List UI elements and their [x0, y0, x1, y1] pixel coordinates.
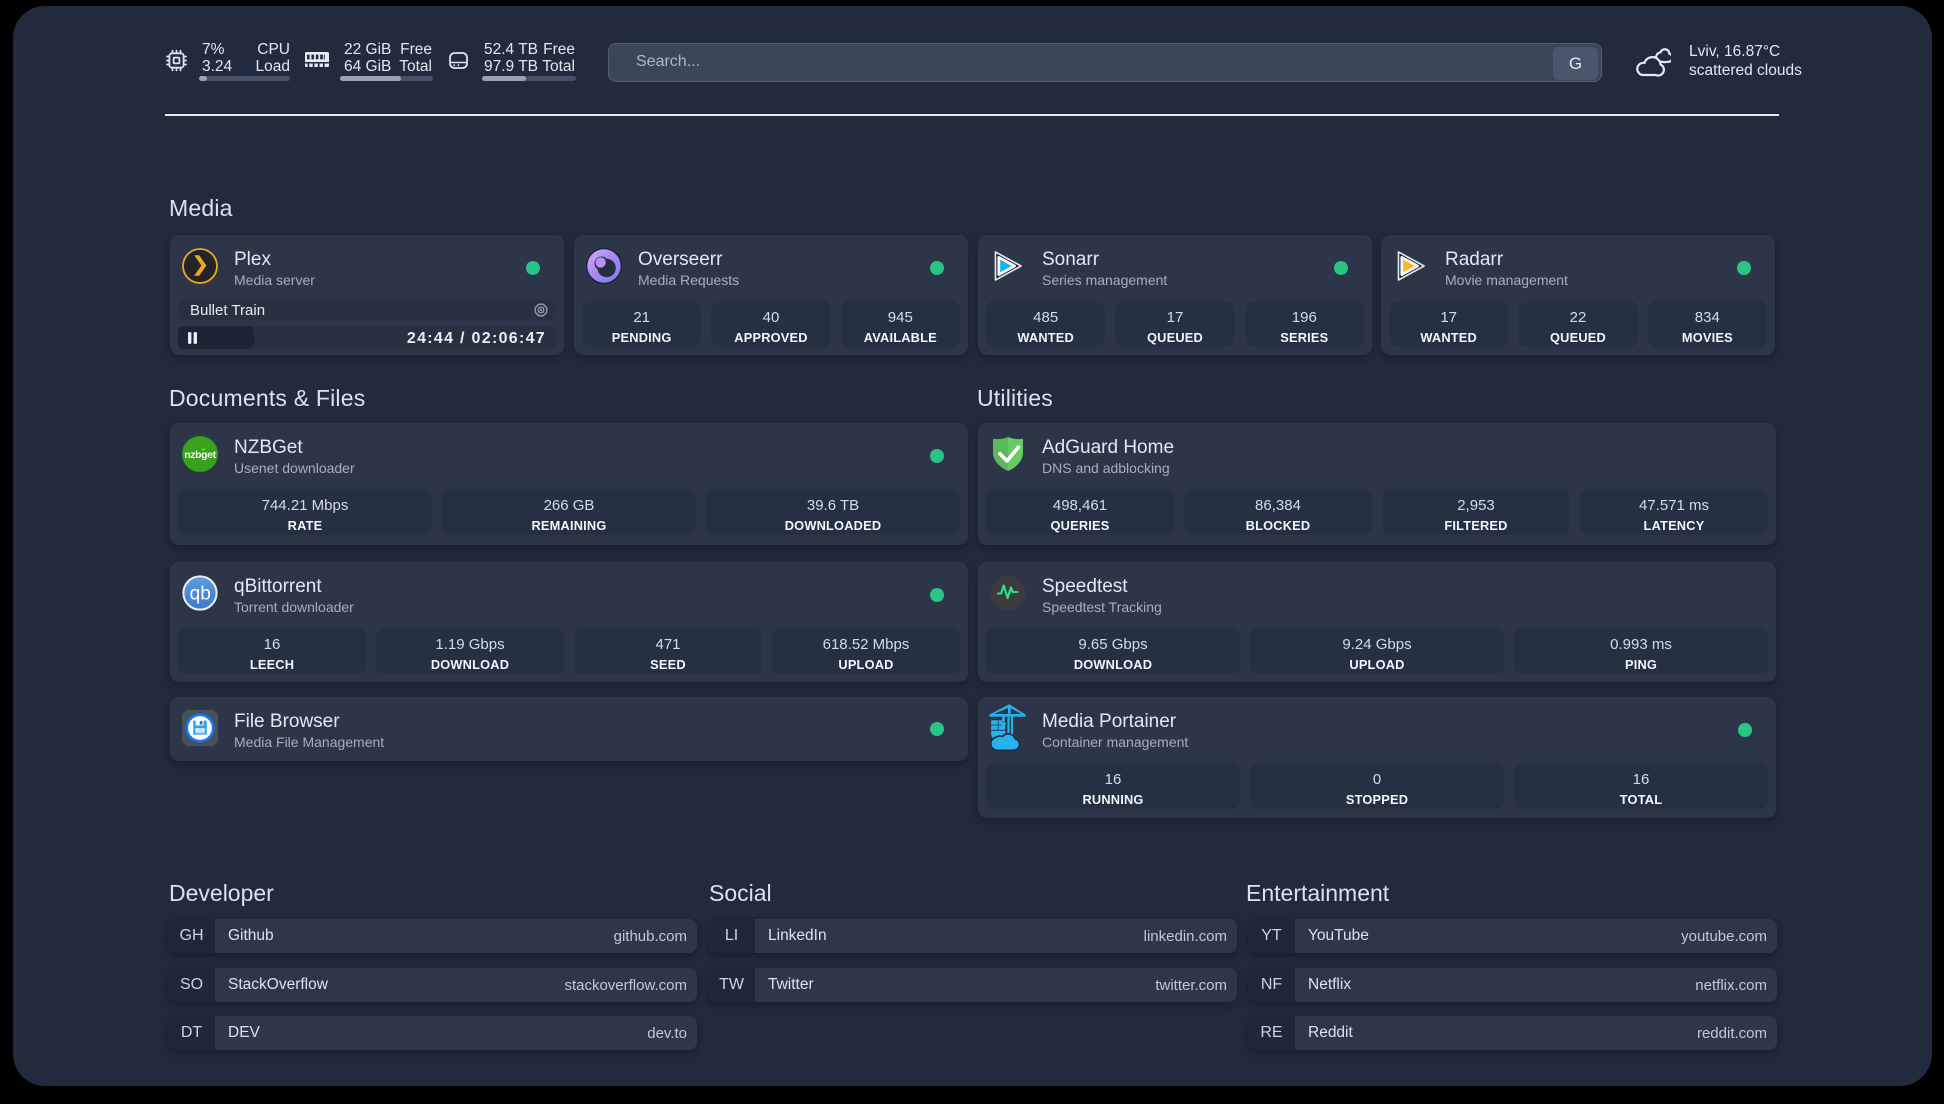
- svg-text:nzbget: nzbget: [184, 449, 216, 461]
- svg-text:qb: qb: [190, 584, 211, 605]
